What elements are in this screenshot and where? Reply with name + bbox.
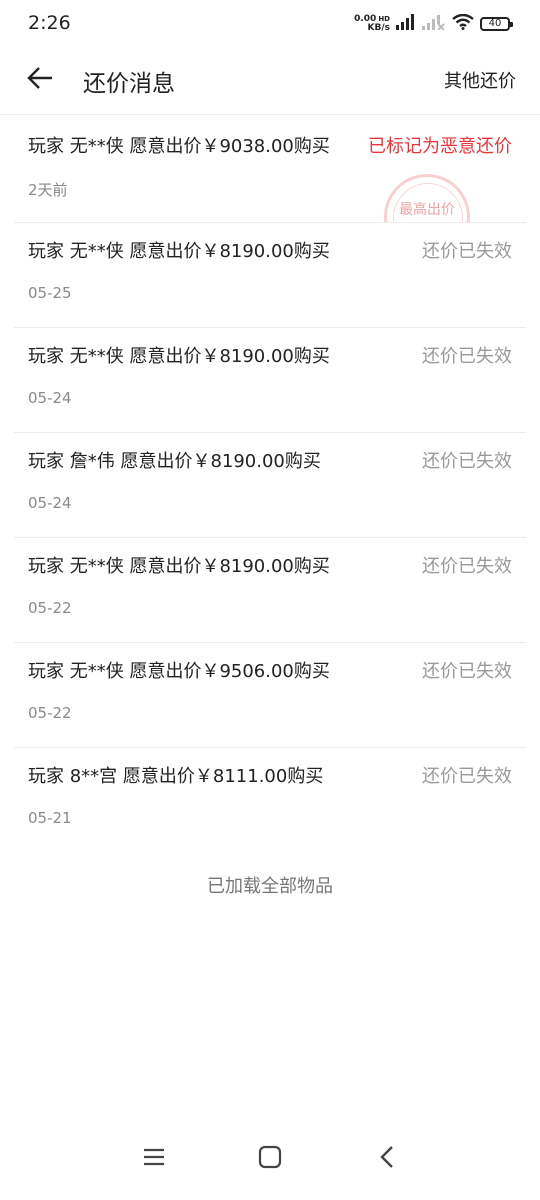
net-speed-unit: KB/s: [367, 23, 390, 33]
list-item[interactable]: 玩家 无**侠 愿意出价￥9506.00购买 还价已失效 05-22: [14, 643, 526, 748]
offer-text: 玩家 无**侠 愿意出价￥8190.00购买: [28, 241, 330, 262]
arrow-left-icon: [27, 66, 53, 94]
all-loaded-text: 已加载全部物品: [207, 876, 333, 897]
list-item[interactable]: 玩家 无**侠 愿意出价￥8190.00购买 还价已失效 05-25: [14, 223, 526, 328]
stamp-label: 最高出价: [399, 202, 455, 218]
offer-date: 05-24: [28, 494, 72, 512]
page-title: 还价消息: [83, 71, 175, 97]
offer-date: 05-25: [28, 284, 72, 302]
menu-icon: [142, 1147, 166, 1171]
offer-text: 玩家 无**侠 愿意出价￥8190.00购买: [28, 556, 330, 577]
offer-list: 玩家 无**侠 愿意出价￥9038.00购买 已标记为恶意还价 2天前 最高出价…: [14, 118, 526, 852]
offer-text: 玩家 无**侠 愿意出价￥8190.00购买: [28, 346, 330, 367]
header-bar: 还价消息 其他还价: [0, 48, 540, 115]
home-button[interactable]: [255, 1144, 285, 1174]
offer-status: 还价已失效: [422, 241, 512, 262]
system-nav-bar: [0, 1130, 540, 1186]
wifi-icon: [452, 13, 474, 34]
list-item[interactable]: 玩家 无**侠 愿意出价￥9038.00购买 已标记为恶意还价 2天前 最高出价: [14, 118, 526, 223]
offer-status: 还价已失效: [422, 346, 512, 367]
recent-apps-button[interactable]: [139, 1144, 169, 1174]
back-chevron-icon: [377, 1145, 397, 1173]
list-item[interactable]: 玩家 8**宫 愿意出价￥8111.00购买 还价已失效 05-21: [14, 748, 526, 852]
signal-icon: [396, 14, 416, 34]
offer-date: 05-22: [28, 704, 72, 722]
list-item[interactable]: 玩家 詹*伟 愿意出价￥8190.00购买 还价已失效 05-24: [14, 433, 526, 538]
offer-text: 玩家 8**宫 愿意出价￥8111.00购买: [28, 766, 324, 787]
offer-status: 还价已失效: [422, 451, 512, 472]
offer-date: 05-24: [28, 389, 72, 407]
signal-no-sim-icon: [422, 14, 446, 34]
status-icons: 0.00 HD KB/s 40: [354, 12, 513, 36]
home-square-icon: [258, 1145, 282, 1173]
status-time: 2:26: [28, 12, 71, 34]
list-item[interactable]: 玩家 无**侠 愿意出价￥8190.00购买 还价已失效 05-22: [14, 538, 526, 643]
offer-date: 05-22: [28, 599, 72, 617]
offer-text: 玩家 无**侠 愿意出价￥9038.00购买: [28, 136, 330, 157]
list-item[interactable]: 玩家 无**侠 愿意出价￥8190.00购买 还价已失效 05-24: [14, 328, 526, 433]
offer-status: 已标记为恶意还价: [368, 136, 512, 157]
offer-date: 05-21: [28, 809, 72, 827]
offer-date: 2天前: [28, 181, 68, 199]
back-button[interactable]: [22, 62, 58, 98]
offer-status: 还价已失效: [422, 766, 512, 787]
offer-status: 还价已失效: [422, 661, 512, 682]
battery-icon: 40: [480, 17, 513, 31]
highest-offer-stamp: 最高出价: [384, 174, 470, 222]
offer-status: 还价已失效: [422, 556, 512, 577]
offer-text: 玩家 无**侠 愿意出价￥9506.00购买: [28, 661, 330, 682]
status-bar: 2:26 0.00 HD KB/s 40: [0, 0, 540, 48]
other-offers-link[interactable]: 其他还价: [444, 67, 516, 93]
offer-text: 玩家 詹*伟 愿意出价￥8190.00购买: [28, 451, 321, 472]
net-speed-indicator: 0.00 HD KB/s: [354, 15, 390, 33]
nav-back-button[interactable]: [372, 1144, 402, 1174]
